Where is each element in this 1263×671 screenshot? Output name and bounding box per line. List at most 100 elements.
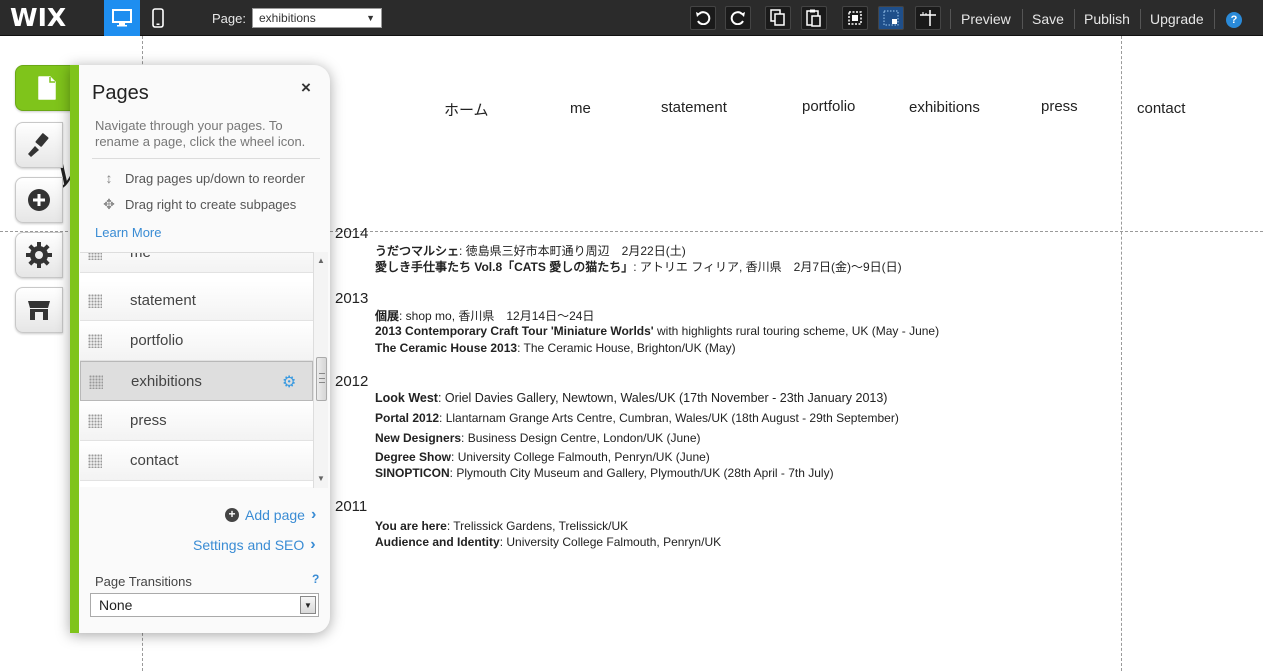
ruler-icon xyxy=(920,10,936,26)
page-row-label: portfolio xyxy=(130,332,184,349)
exhibition-entry: 愛しき手仕事たち Vol.8「CATS 愛しの猫たち」: アトリエ フィリア, … xyxy=(375,260,902,274)
page-row-label: me xyxy=(130,252,151,261)
page-row-statement[interactable]: statement xyxy=(80,281,313,321)
exhibition-entry: うだつマルシェ: 徳島県三好市本町通り周辺 2月22日(土) xyxy=(375,244,686,258)
drag-handle-icon[interactable] xyxy=(88,253,102,260)
editor-toolbar: WIX Page: exhibitions ▼ Preview Save Pub… xyxy=(0,0,1263,36)
add-tool-button[interactable] xyxy=(15,177,63,223)
desktop-view-button[interactable] xyxy=(104,0,140,36)
chevron-right-icon: › xyxy=(310,536,316,553)
site-nav-me[interactable]: me xyxy=(570,100,591,117)
page-dropdown-value: exhibitions xyxy=(259,11,316,25)
design-icon xyxy=(28,133,49,157)
chevron-down-icon: ▼ xyxy=(366,13,375,23)
help-icon[interactable]: ? xyxy=(312,572,319,586)
chevron-down-icon: ▼ xyxy=(300,596,316,614)
site-nav-home[interactable]: ホーム xyxy=(444,99,489,120)
toolbar-divider xyxy=(1074,9,1075,29)
subpages-hint: ✥ Drag right to create subpages xyxy=(100,196,296,213)
app-market-icon xyxy=(28,301,50,320)
drag-handle-icon[interactable] xyxy=(88,334,102,348)
page-row-press[interactable]: press xyxy=(80,401,313,441)
exhibition-entry: Look West: Oriel Davies Gallery, Newtown… xyxy=(375,391,888,405)
page-list-scrollbar[interactable]: ▲ ▼ xyxy=(313,252,328,488)
snap-to-grid-button[interactable] xyxy=(842,6,868,30)
page-row-exhibitions[interactable]: exhibitions ⚙ xyxy=(80,361,313,401)
drag-handle-icon[interactable] xyxy=(88,454,102,468)
rulers-button[interactable] xyxy=(915,6,941,30)
help-button[interactable]: ? xyxy=(1226,12,1242,28)
learn-more-link[interactable]: Learn More xyxy=(95,225,161,240)
paste-icon xyxy=(806,9,821,27)
drag-handle-icon[interactable] xyxy=(89,375,103,389)
settings-seo-link[interactable]: Settings and SEO › xyxy=(193,536,316,554)
drag-handle-icon[interactable] xyxy=(88,294,102,308)
site-nav-press[interactable]: press xyxy=(1041,98,1078,115)
close-icon[interactable]: × xyxy=(301,78,311,98)
year-heading-2012: 2012 xyxy=(335,373,369,390)
undo-button[interactable] xyxy=(690,6,716,30)
site-nav-contact[interactable]: contact xyxy=(1137,100,1185,117)
paste-button[interactable] xyxy=(801,6,827,30)
exhibition-entry: You are here: Trelissick Gardens, Trelis… xyxy=(375,519,629,533)
publish-button[interactable]: Publish xyxy=(1084,11,1130,27)
site-nav-portfolio[interactable]: portfolio xyxy=(802,98,855,115)
toolbar-divider xyxy=(1140,9,1141,29)
page-list: me statement portfolio exhibitions ⚙ pre… xyxy=(80,252,313,487)
mobile-view-button[interactable] xyxy=(140,0,176,36)
scroll-down-icon[interactable]: ▼ xyxy=(317,474,325,483)
exhibition-entry: Portal 2012: Llantarnam Grange Arts Cent… xyxy=(375,411,899,425)
page-row-me[interactable]: me xyxy=(80,252,313,273)
page-transitions-select[interactable]: None ▼ xyxy=(90,593,319,617)
settings-icon xyxy=(26,242,52,268)
pages-icon xyxy=(38,76,56,100)
redo-icon xyxy=(730,11,745,25)
copy-button[interactable] xyxy=(765,6,791,30)
site-nav-exhibitions[interactable]: exhibitions xyxy=(909,99,980,116)
page-transitions-value: None xyxy=(99,597,133,613)
exhibition-entry: 個展: shop mo, 香川県 12月14日～24日 xyxy=(375,309,595,323)
exhibition-entry: Degree Show: University College Falmouth… xyxy=(375,450,710,464)
wix-logo: WIX xyxy=(10,3,67,32)
app-market-tool-button[interactable] xyxy=(15,287,63,333)
scrollbar-thumb[interactable] xyxy=(316,357,327,401)
settings-tool-button[interactable] xyxy=(15,232,63,278)
page-label: Page: xyxy=(212,11,246,26)
exhibition-entry: 2013 Contemporary Craft Tour 'Miniature … xyxy=(375,324,940,338)
exhibition-entry: Audience and Identity: University Colleg… xyxy=(375,535,722,549)
grid-lines-button[interactable] xyxy=(878,6,904,30)
snap-icon xyxy=(848,11,862,25)
page-row-portfolio[interactable]: portfolio xyxy=(80,321,313,361)
panel-title: Pages xyxy=(92,82,149,104)
year-heading-2011: 2011 xyxy=(335,498,368,515)
redo-button[interactable] xyxy=(725,6,751,30)
gear-icon[interactable]: ⚙ xyxy=(282,372,296,392)
page-dropdown[interactable]: exhibitions ▼ xyxy=(252,8,382,28)
drag-handle-icon[interactable] xyxy=(88,414,102,428)
site-nav-statement[interactable]: statement xyxy=(661,99,727,116)
undo-icon xyxy=(696,11,711,25)
preview-button[interactable]: Preview xyxy=(961,11,1011,27)
scroll-up-icon[interactable]: ▲ xyxy=(317,256,325,265)
add-page-link[interactable]: + Add page › xyxy=(225,506,316,524)
exhibition-entry: SINOPTICON: Plymouth City Museum and Gal… xyxy=(375,466,834,480)
exhibition-entry: New Designers: Business Design Centre, L… xyxy=(375,431,701,445)
page-row-label: press xyxy=(130,412,167,429)
page-row-label: statement xyxy=(130,292,196,309)
reorder-hint: ↕ Drag pages up/down to reorder xyxy=(100,170,305,186)
grid-icon xyxy=(883,10,899,26)
chevron-right-icon: › xyxy=(310,506,317,523)
exhibition-entry: The Ceramic House 2013: The Ceramic Hous… xyxy=(375,341,736,355)
divider xyxy=(92,158,320,159)
design-tool-button[interactable] xyxy=(15,122,63,168)
page-transitions-label: Page Transitions xyxy=(95,574,192,589)
add-page-label: Add page xyxy=(245,507,305,523)
panel-description: Navigate through your pages. To rename a… xyxy=(95,118,306,149)
page-row-contact[interactable]: contact xyxy=(80,441,313,481)
pages-panel: Pages × Navigate through your pages. To … xyxy=(70,65,330,633)
page-row-label: exhibitions xyxy=(131,373,202,390)
upgrade-button[interactable]: Upgrade xyxy=(1150,11,1204,27)
mobile-icon xyxy=(152,8,164,28)
move-all-icon: ✥ xyxy=(103,196,115,212)
save-button[interactable]: Save xyxy=(1032,11,1064,27)
